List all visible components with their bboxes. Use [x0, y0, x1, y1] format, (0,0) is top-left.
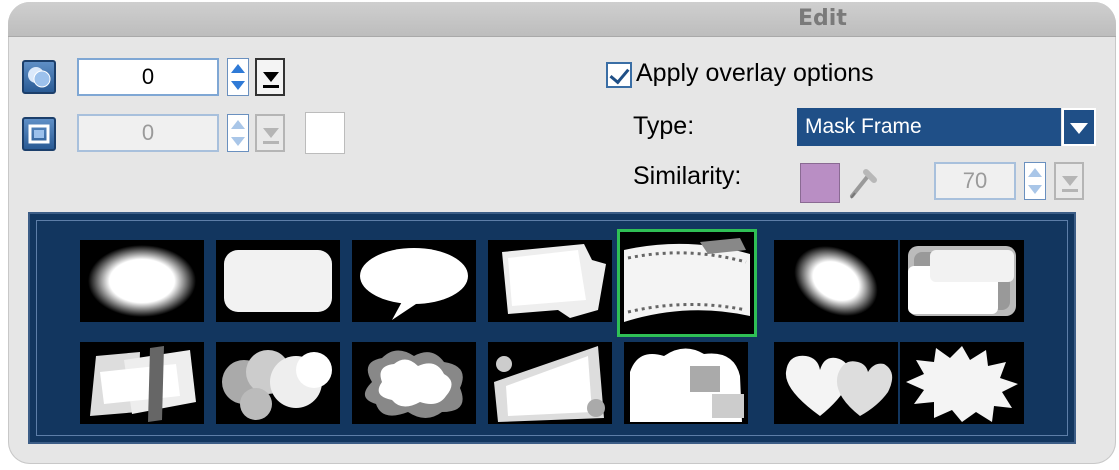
thumbnail-flower-burst[interactable] [900, 342, 1024, 424]
stepped-rectangles-mask-icon [908, 246, 1016, 316]
speech-bubble-mask-icon [360, 248, 468, 320]
torn-paper-mask-icon [502, 244, 606, 318]
thumbnail-cloud-collage[interactable] [624, 342, 748, 424]
thumbnail-stepped-rectangles[interactable] [900, 240, 1024, 322]
primary-dropdown-button[interactable] [255, 58, 285, 96]
frame-icon [28, 124, 50, 144]
secondary-dropdown-button[interactable] [255, 114, 285, 152]
spin-down-icon[interactable] [231, 81, 245, 90]
thumbnail-torn-paper[interactable] [488, 240, 612, 322]
edit-panel: Edit 0 0 Apply overlay options Type: Mas… [8, 2, 1116, 464]
hearts-mask-icon [785, 355, 893, 416]
film-strip-mask-icon [620, 232, 754, 334]
cloud-splotch-mask-icon [364, 350, 463, 418]
spin-down-icon[interactable] [231, 137, 245, 146]
cloud-collage-mask-icon [630, 348, 744, 422]
spin-up-icon[interactable] [231, 64, 245, 73]
thumbnail-bubbles[interactable] [216, 342, 340, 424]
secondary-value-spinner[interactable] [227, 114, 249, 152]
chevron-down-icon [263, 128, 279, 138]
chevron-down-icon [263, 72, 279, 82]
thumbnail-brush-strokes[interactable] [80, 342, 204, 424]
secondary-value-input[interactable]: 0 [77, 114, 219, 152]
type-select[interactable]: Mask Frame [797, 108, 1061, 146]
rounded-rectangle-mask-icon [224, 250, 332, 312]
frame-icon-button[interactable] [22, 117, 56, 151]
spin-up-icon[interactable] [231, 120, 245, 129]
similarity-label: Similarity: [633, 162, 742, 190]
thumbnail-cloud-splotch[interactable] [352, 342, 476, 424]
color-picker-box[interactable] [305, 112, 345, 154]
apply-overlay-label: Apply overlay options [636, 59, 874, 87]
floral-burst-mask-icon [494, 346, 605, 422]
similarity-dropdown-button[interactable] [1054, 162, 1084, 200]
thumbnail-tilted-ellipse[interactable] [774, 240, 898, 322]
thumbnail-hearts[interactable] [774, 342, 898, 424]
similarity-value-input[interactable]: 70 [934, 162, 1016, 200]
thumbnail-film-strip[interactable] [617, 229, 757, 337]
thumbnail-floral-burst[interactable] [488, 342, 612, 424]
type-dropdown-button[interactable] [1062, 108, 1096, 146]
spin-up-icon[interactable] [1028, 168, 1042, 177]
brush-strokes-mask-icon [90, 346, 196, 422]
type-label: Type: [633, 112, 695, 140]
chevron-down-icon [1070, 123, 1088, 134]
primary-value-spinner[interactable] [227, 58, 249, 96]
primary-value-input[interactable]: 0 [77, 58, 219, 96]
thumbnail-rounded-rectangle[interactable] [216, 240, 340, 322]
tilted-ellipse-mask-icon [794, 245, 878, 317]
ellipse-mask-icon [88, 245, 196, 317]
bubbles-mask-icon [222, 350, 332, 420]
mask-frame-gallery [28, 212, 1076, 444]
flower-burst-mask-icon [906, 346, 1018, 422]
thumbnail-ellipse[interactable] [80, 240, 204, 322]
eyedropper-icon[interactable] [846, 162, 880, 202]
similarity-spinner[interactable] [1024, 162, 1046, 200]
overlay-icon [28, 67, 51, 88]
thumbnail-speech-bubble[interactable] [352, 240, 476, 322]
overlay-icon-button[interactable] [22, 60, 56, 94]
similarity-color-swatch[interactable] [800, 163, 840, 203]
title-bar: Edit [8, 2, 1116, 37]
checkmark-icon [609, 63, 630, 85]
chevron-down-icon [1062, 176, 1078, 186]
spin-down-icon[interactable] [1028, 185, 1042, 194]
panel-title: Edit [798, 6, 847, 31]
apply-overlay-checkbox[interactable] [606, 62, 632, 88]
